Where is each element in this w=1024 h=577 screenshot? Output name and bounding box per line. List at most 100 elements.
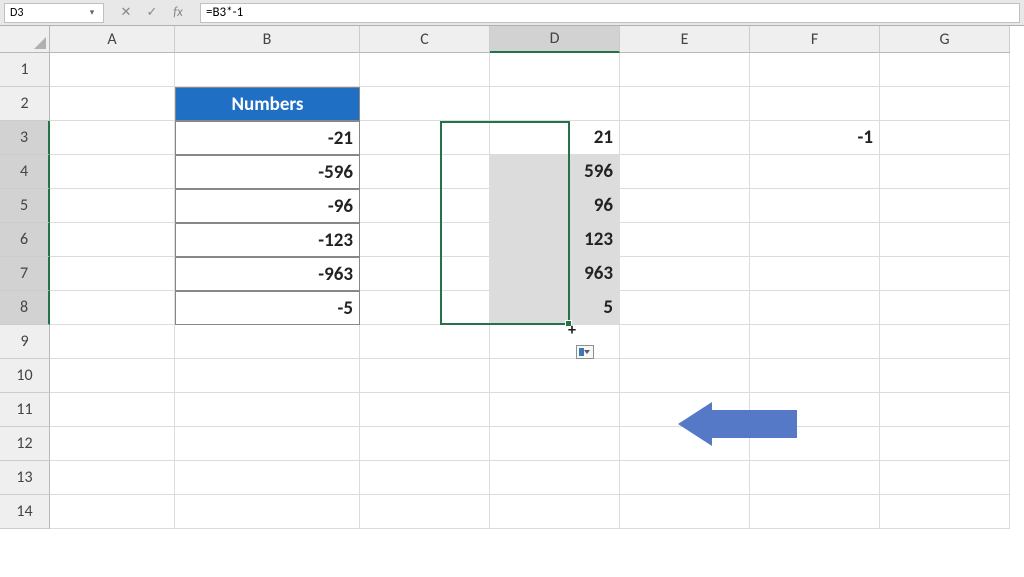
cell-A12[interactable] (50, 427, 175, 461)
cell-G3[interactable] (880, 121, 1010, 155)
cell-C11[interactable] (360, 393, 490, 427)
cell-B14[interactable] (175, 495, 360, 529)
cell-D11[interactable] (490, 393, 620, 427)
cell-E3[interactable] (620, 121, 750, 155)
cell-B13[interactable] (175, 461, 360, 495)
cell-G8[interactable] (880, 291, 1010, 325)
enter-formula-icon[interactable]: ✓ (144, 5, 160, 20)
col-header-C[interactable]: C (360, 26, 490, 53)
cell-D8[interactable]: 5 (490, 291, 620, 325)
cell-D4[interactable]: 596 (490, 155, 620, 189)
cell-E14[interactable] (620, 495, 750, 529)
cell-A14[interactable] (50, 495, 175, 529)
cell-E4[interactable] (620, 155, 750, 189)
cell-C14[interactable] (360, 495, 490, 529)
cell-B4[interactable]: -596 (175, 155, 360, 189)
row-header-5[interactable]: 5 (0, 189, 50, 223)
cell-F1[interactable] (750, 53, 880, 87)
cell-G7[interactable] (880, 257, 1010, 291)
cell-B10[interactable] (175, 359, 360, 393)
chevron-down-icon[interactable]: ▾ (86, 7, 98, 19)
row-header-11[interactable]: 11 (0, 393, 50, 427)
name-box[interactable]: D3 ▾ (4, 3, 104, 23)
cell-F11[interactable] (750, 393, 880, 427)
cell-D12[interactable] (490, 427, 620, 461)
cell-A3[interactable] (50, 121, 175, 155)
cell-E12[interactable] (620, 427, 750, 461)
cell-F6[interactable] (750, 223, 880, 257)
cell-G2[interactable] (880, 87, 1010, 121)
cell-E8[interactable] (620, 291, 750, 325)
cell-G1[interactable] (880, 53, 1010, 87)
cell-G4[interactable] (880, 155, 1010, 189)
col-header-D[interactable]: D (490, 26, 620, 53)
cell-B5[interactable]: -96 (175, 189, 360, 223)
cell-C4[interactable] (360, 155, 490, 189)
row-header-14[interactable]: 14 (0, 495, 50, 529)
cell-E6[interactable] (620, 223, 750, 257)
cell-D14[interactable] (490, 495, 620, 529)
cell-B7[interactable]: -963 (175, 257, 360, 291)
cell-A11[interactable] (50, 393, 175, 427)
cell-F13[interactable] (750, 461, 880, 495)
row-header-6[interactable]: 6 (0, 223, 50, 257)
row-header-9[interactable]: 9 (0, 325, 50, 359)
row-header-13[interactable]: 13 (0, 461, 50, 495)
cell-D13[interactable] (490, 461, 620, 495)
cell-A4[interactable] (50, 155, 175, 189)
cell-F4[interactable] (750, 155, 880, 189)
cell-G5[interactable] (880, 189, 1010, 223)
col-header-A[interactable]: A (50, 26, 175, 53)
cell-G14[interactable] (880, 495, 1010, 529)
col-header-G[interactable]: G (880, 26, 1010, 53)
cell-G11[interactable] (880, 393, 1010, 427)
cell-D5[interactable]: 96 (490, 189, 620, 223)
cell-B1[interactable] (175, 53, 360, 87)
cell-C10[interactable] (360, 359, 490, 393)
cell-F8[interactable] (750, 291, 880, 325)
cell-A5[interactable] (50, 189, 175, 223)
col-header-F[interactable]: F (750, 26, 880, 53)
cell-F10[interactable] (750, 359, 880, 393)
cell-E5[interactable] (620, 189, 750, 223)
cell-B12[interactable] (175, 427, 360, 461)
cell-E13[interactable] (620, 461, 750, 495)
cell-A9[interactable] (50, 325, 175, 359)
row-header-4[interactable]: 4 (0, 155, 50, 189)
cell-D7[interactable]: 963 (490, 257, 620, 291)
cell-B3[interactable]: -21 (175, 121, 360, 155)
cell-B11[interactable] (175, 393, 360, 427)
col-header-B[interactable]: B (175, 26, 360, 53)
cell-F9[interactable] (750, 325, 880, 359)
row-header-3[interactable]: 3 (0, 121, 50, 155)
cell-B8[interactable]: -5 (175, 291, 360, 325)
cell-A7[interactable] (50, 257, 175, 291)
cell-E7[interactable] (620, 257, 750, 291)
cell-D9[interactable] (490, 325, 620, 359)
cell-D1[interactable] (490, 53, 620, 87)
cell-G13[interactable] (880, 461, 1010, 495)
col-header-E[interactable]: E (620, 26, 750, 53)
cell-C2[interactable] (360, 87, 490, 121)
cell-F14[interactable] (750, 495, 880, 529)
row-header-2[interactable]: 2 (0, 87, 50, 121)
cell-C9[interactable] (360, 325, 490, 359)
fx-icon[interactable]: fx (170, 5, 186, 20)
cell-C12[interactable] (360, 427, 490, 461)
cell-B2[interactable]: Numbers (175, 87, 360, 121)
cell-C13[interactable] (360, 461, 490, 495)
row-header-10[interactable]: 10 (0, 359, 50, 393)
cell-A2[interactable] (50, 87, 175, 121)
cell-D10[interactable] (490, 359, 620, 393)
cell-E9[interactable] (620, 325, 750, 359)
cell-G10[interactable] (880, 359, 1010, 393)
row-header-1[interactable]: 1 (0, 53, 50, 87)
select-all-button[interactable] (0, 26, 50, 53)
cell-C3[interactable] (360, 121, 490, 155)
cell-A6[interactable] (50, 223, 175, 257)
cell-E2[interactable] (620, 87, 750, 121)
cell-G12[interactable] (880, 427, 1010, 461)
cell-F5[interactable] (750, 189, 880, 223)
cell-E1[interactable] (620, 53, 750, 87)
cancel-formula-icon[interactable]: ✕ (118, 5, 134, 20)
